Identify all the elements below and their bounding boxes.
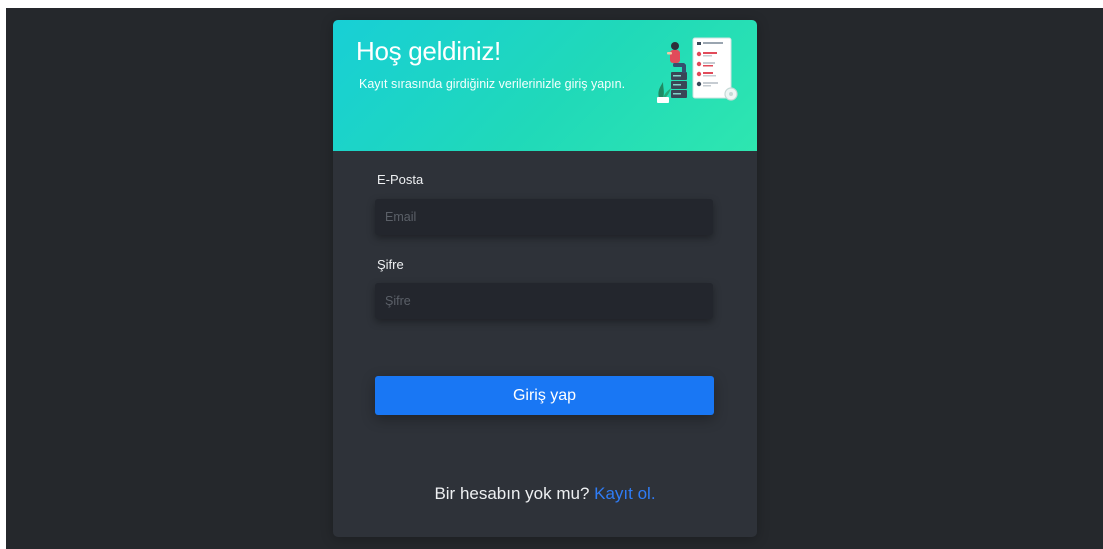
login-button[interactable]: Giriş yap (375, 376, 714, 415)
email-input[interactable] (375, 199, 713, 235)
register-prompt-text: Bir hesabın yok mu? (434, 484, 590, 503)
password-input[interactable] (375, 283, 713, 319)
welcome-subtitle: Kayıt sırasında girdiğiniz verilerinizle… (359, 77, 626, 91)
login-card: Hoş geldiniz! Kayıt sırasında girdiğiniz… (333, 20, 757, 537)
server-checklist-illustration-icon (657, 37, 738, 103)
register-link[interactable]: Kayıt ol. (594, 484, 655, 503)
welcome-header: Hoş geldiniz! Kayıt sırasında girdiğiniz… (333, 20, 757, 151)
register-prompt: Bir hesabın yok mu? Kayıt ol. (333, 484, 757, 504)
welcome-title: Hoş geldiniz! (356, 36, 501, 66)
password-label: Şifre (377, 257, 404, 272)
email-label: E-Posta (377, 172, 424, 187)
page-background: Hoş geldiniz! Kayıt sırasında girdiğiniz… (6, 8, 1103, 549)
